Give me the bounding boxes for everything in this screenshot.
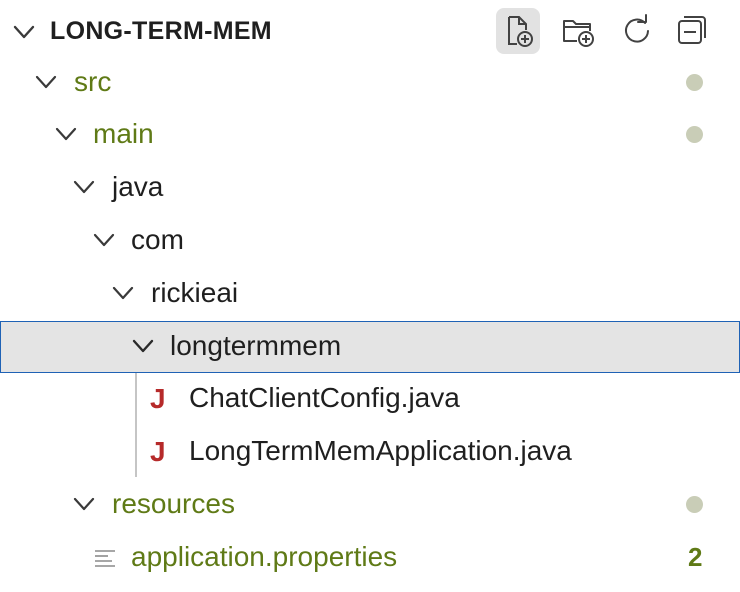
new-folder-button[interactable] xyxy=(556,8,600,54)
chevron-down-icon[interactable] xyxy=(12,20,36,44)
file-label: application.properties xyxy=(131,541,398,572)
tree-item-application-properties[interactable]: application.properties 2 xyxy=(0,531,740,583)
refresh-button[interactable] xyxy=(614,8,658,54)
tree-item-longtermmem[interactable]: longtermmem xyxy=(0,321,740,373)
tree-item-chatclientconfig[interactable]: J ChatClientConfig.java xyxy=(0,372,740,424)
folder-label: java xyxy=(112,171,164,202)
folder-label: rickieai xyxy=(151,277,239,308)
modified-dot xyxy=(686,126,703,143)
java-file-icon: J xyxy=(150,383,166,414)
folder-label: resources xyxy=(112,488,235,519)
chevron-down-icon xyxy=(93,233,115,247)
new-folder-icon xyxy=(563,20,594,47)
tree-item-main[interactable]: main xyxy=(0,108,740,160)
collapse-all-icon xyxy=(678,16,706,44)
chevron-down-icon xyxy=(35,75,57,89)
explorer-header: LONG-TERM-MEM xyxy=(0,0,740,60)
chevron-down-icon xyxy=(132,339,154,353)
tree-item-longtermmemapplication[interactable]: J LongTermMemApplication.java xyxy=(0,425,740,477)
new-file-button[interactable] xyxy=(496,8,540,54)
tree-item-rickieai[interactable]: rickieai xyxy=(0,267,740,319)
java-file-icon: J xyxy=(150,436,166,467)
explorer-title[interactable]: LONG-TERM-MEM xyxy=(50,14,272,48)
file-label: LongTermMemApplication.java xyxy=(189,435,572,466)
problem-count-badge: 2 xyxy=(688,542,703,572)
refresh-icon xyxy=(625,14,649,43)
modified-dot xyxy=(686,74,703,91)
tree-item-resources[interactable]: resources xyxy=(0,478,740,530)
tree-item-java[interactable]: java xyxy=(0,161,740,213)
modified-dot xyxy=(686,496,703,513)
folder-label: main xyxy=(93,118,154,149)
tree-item-src[interactable]: src xyxy=(0,56,740,108)
chevron-down-icon xyxy=(55,127,77,141)
new-file-icon xyxy=(508,16,533,47)
folder-label: com xyxy=(131,224,184,255)
chevron-down-icon xyxy=(112,286,134,300)
properties-file-icon xyxy=(95,550,115,567)
chevron-down-icon xyxy=(73,497,95,511)
chevron-down-icon xyxy=(73,180,95,194)
tree-item-com[interactable]: com xyxy=(0,214,740,266)
file-label: ChatClientConfig.java xyxy=(189,382,460,413)
folder-label: src xyxy=(74,66,112,97)
collapse-all-button[interactable] xyxy=(670,8,714,54)
folder-label: longtermmem xyxy=(170,330,342,361)
